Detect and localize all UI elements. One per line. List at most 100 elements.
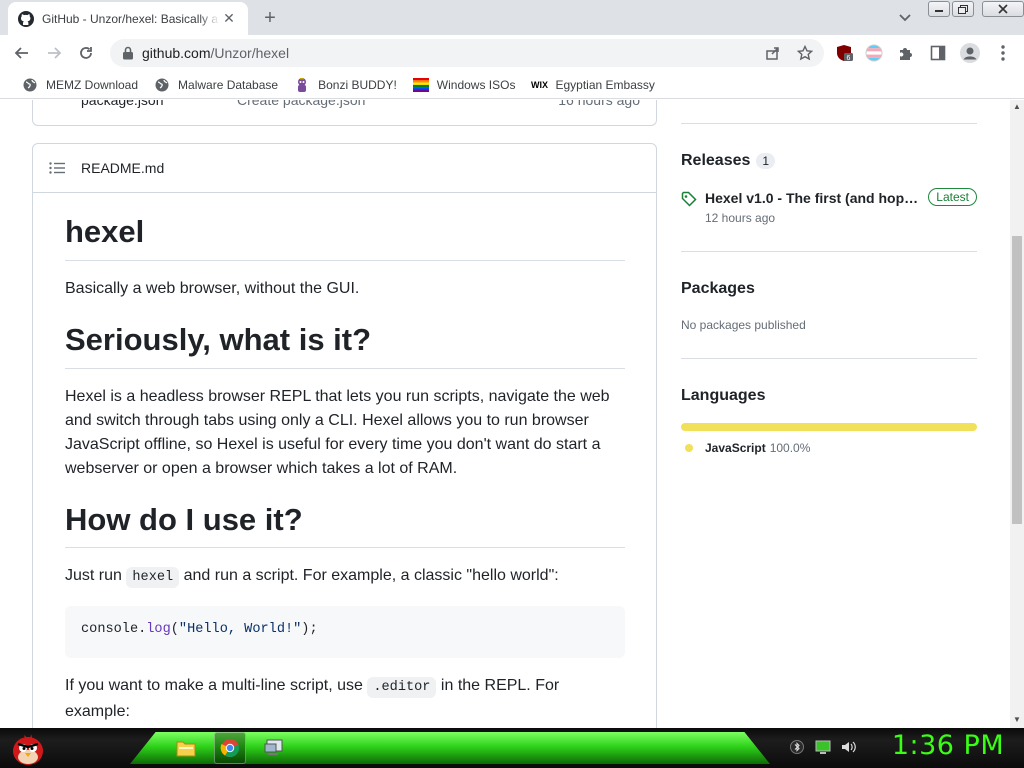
back-button[interactable]: [8, 39, 36, 67]
chrome-taskbar-icon[interactable]: [214, 732, 246, 764]
tab-github-hexel[interactable]: GitHub - Unzor/hexel: Basically a web br…: [8, 2, 248, 35]
code-function: log: [146, 622, 171, 638]
taskbar: 1:36 PM: [0, 728, 1024, 768]
bonzi-icon: [294, 77, 310, 93]
text-segment: If you want to make a multi-line script,…: [65, 677, 363, 695]
readme-header: README.md: [33, 144, 656, 193]
readme-title: hexel: [65, 213, 625, 261]
ublock-extension-icon[interactable]: 6: [834, 43, 854, 63]
packages-heading[interactable]: Packages: [681, 280, 755, 298]
bookmark-star-icon[interactable]: [796, 44, 814, 62]
window-controls: [928, 1, 1024, 17]
chrome-menu-icon[interactable]: [993, 43, 1013, 63]
readme-panel: README.md hexel Basically a web browser,…: [32, 143, 657, 728]
file-explorer-icon[interactable]: [170, 732, 202, 764]
tab-title: GitHub - Unzor/hexel: Basically a web br…: [42, 11, 220, 26]
forward-button[interactable]: [40, 39, 68, 67]
network-icon[interactable]: [814, 738, 832, 756]
readme-body: hexel Basically a web browser, without t…: [65, 193, 625, 724]
bookmark-label: Bonzi BUDDY!: [318, 77, 397, 92]
tab-close-icon[interactable]: ✕: [220, 10, 238, 28]
scroll-down-arrow-icon[interactable]: ▼: [1013, 715, 1021, 724]
side-panel-icon[interactable]: [928, 43, 948, 63]
heading-how-to-use: How do I use it?: [65, 501, 625, 549]
tab-strip: GitHub - Unzor/hexel: Basically a web br…: [0, 0, 1024, 35]
close-window-button[interactable]: [982, 1, 1024, 17]
code-block-hello-world: console.log("Hello, World!");: [65, 606, 625, 659]
readme-filename[interactable]: README.md: [81, 160, 164, 176]
divider: [681, 358, 977, 359]
list-outline-icon[interactable]: [49, 160, 65, 176]
remote-desktop-icon[interactable]: [258, 732, 290, 764]
paragraph-how-to-use: Just run hexel and run a script. For exa…: [65, 564, 625, 590]
code-string: "Hello, World!": [178, 622, 302, 638]
code-object: console.: [81, 622, 147, 638]
latest-badge: Latest: [928, 188, 977, 206]
tab-search-chevron-icon[interactable]: [894, 8, 916, 28]
divider: [681, 123, 977, 124]
lock-icon[interactable]: [120, 45, 136, 61]
bookmark-egyptian-embassy[interactable]: WIX Egyptian Embassy: [523, 73, 662, 97]
release-time: 12 hours ago: [705, 211, 776, 225]
releases-title: Releases: [681, 152, 751, 169]
wix-icon: WIX: [530, 79, 548, 90]
code-close: );: [301, 622, 318, 638]
language-item-javascript[interactable]: JavaScript 100.0%: [685, 441, 810, 455]
packages-empty-text: No packages published: [681, 318, 806, 332]
minimize-button[interactable]: [928, 1, 950, 17]
trans-flag-extension-icon[interactable]: [864, 43, 884, 63]
github-icon: [18, 10, 34, 27]
page-viewport: package.json Create package.json 16 hour…: [0, 100, 1010, 728]
languages-heading: Languages: [681, 387, 766, 404]
readme-tagline: Basically a web browser, without the GUI…: [65, 279, 360, 297]
page-scrollbar[interactable]: ▲ ▼: [1010, 100, 1024, 728]
globe-icon: [154, 77, 170, 93]
start-button-angry-bird-icon[interactable]: [6, 728, 50, 768]
url-host: github.com: [142, 45, 211, 61]
release-item[interactable]: Hexel v1.0 - The first (and hopefully no…: [681, 188, 977, 230]
bookmark-label: Malware Database: [178, 77, 279, 92]
language-bar: [681, 423, 977, 431]
windows-flag-icon: [412, 77, 429, 93]
system-tray: [788, 738, 858, 756]
bookmark-label: Windows ISOs: [436, 77, 516, 92]
reload-button[interactable]: [72, 39, 100, 67]
file-list: package.json Create package.json 16 hour…: [32, 100, 657, 126]
extension-badge: 6: [847, 55, 851, 62]
scroll-up-arrow-icon[interactable]: ▲: [1013, 102, 1021, 111]
inline-code-hexel: hexel: [126, 567, 180, 589]
bookmark-memz-download[interactable]: MEMZ Download: [14, 73, 146, 97]
new-tab-button[interactable]: +: [258, 6, 282, 30]
commit-time: 16 hours ago: [558, 100, 640, 108]
file-name-link[interactable]: package.json: [81, 100, 164, 108]
paragraph-multiline: If you want to make a multi-line script,…: [65, 674, 625, 724]
bookmark-label: Egyptian Embassy: [555, 77, 655, 92]
bookmarks-bar: MEMZ Download Malware Database Bonzi BUD…: [0, 71, 1024, 99]
inline-code-editor: .editor: [367, 677, 437, 699]
bookmark-malware-database[interactable]: Malware Database: [146, 73, 286, 97]
language-percent: 100.0%: [769, 441, 811, 455]
paragraph-what-is-it: Hexel is a headless browser REPL that le…: [65, 387, 610, 477]
bookmark-windows-isos[interactable]: Windows ISOs: [405, 73, 524, 97]
restore-button[interactable]: [952, 1, 974, 17]
text-segment: and run a script. For example, a classic…: [183, 567, 559, 585]
bookmark-label: MEMZ Download: [46, 77, 139, 92]
scrollbar-thumb[interactable]: [1012, 236, 1022, 524]
heading-what-is-it: Seriously, what is it?: [65, 321, 625, 369]
profile-avatar-icon[interactable]: [960, 43, 980, 63]
address-bar[interactable]: github.com/Unzor/hexel: [110, 39, 824, 67]
url-path: /Unzor/hexel: [210, 45, 290, 61]
share-icon[interactable]: [764, 44, 782, 62]
language-name: JavaScript: [705, 441, 766, 455]
volume-icon[interactable]: [840, 738, 858, 756]
browser-toolbar: github.com/Unzor/hexel 6: [0, 35, 1024, 71]
language-color-dot: [685, 444, 693, 452]
bluetooth-icon[interactable]: [788, 738, 806, 756]
commit-message-link[interactable]: Create package.json: [237, 100, 365, 108]
extensions-puzzle-icon[interactable]: [896, 43, 916, 63]
taskbar-clock[interactable]: 1:36 PM: [880, 730, 1016, 761]
releases-heading[interactable]: Releases 1: [681, 152, 776, 170]
bookmark-bonzi-buddy[interactable]: Bonzi BUDDY!: [286, 73, 405, 97]
release-name[interactable]: Hexel v1.0 - The first (and hopefully no…: [705, 190, 921, 206]
globe-icon: [22, 77, 38, 93]
